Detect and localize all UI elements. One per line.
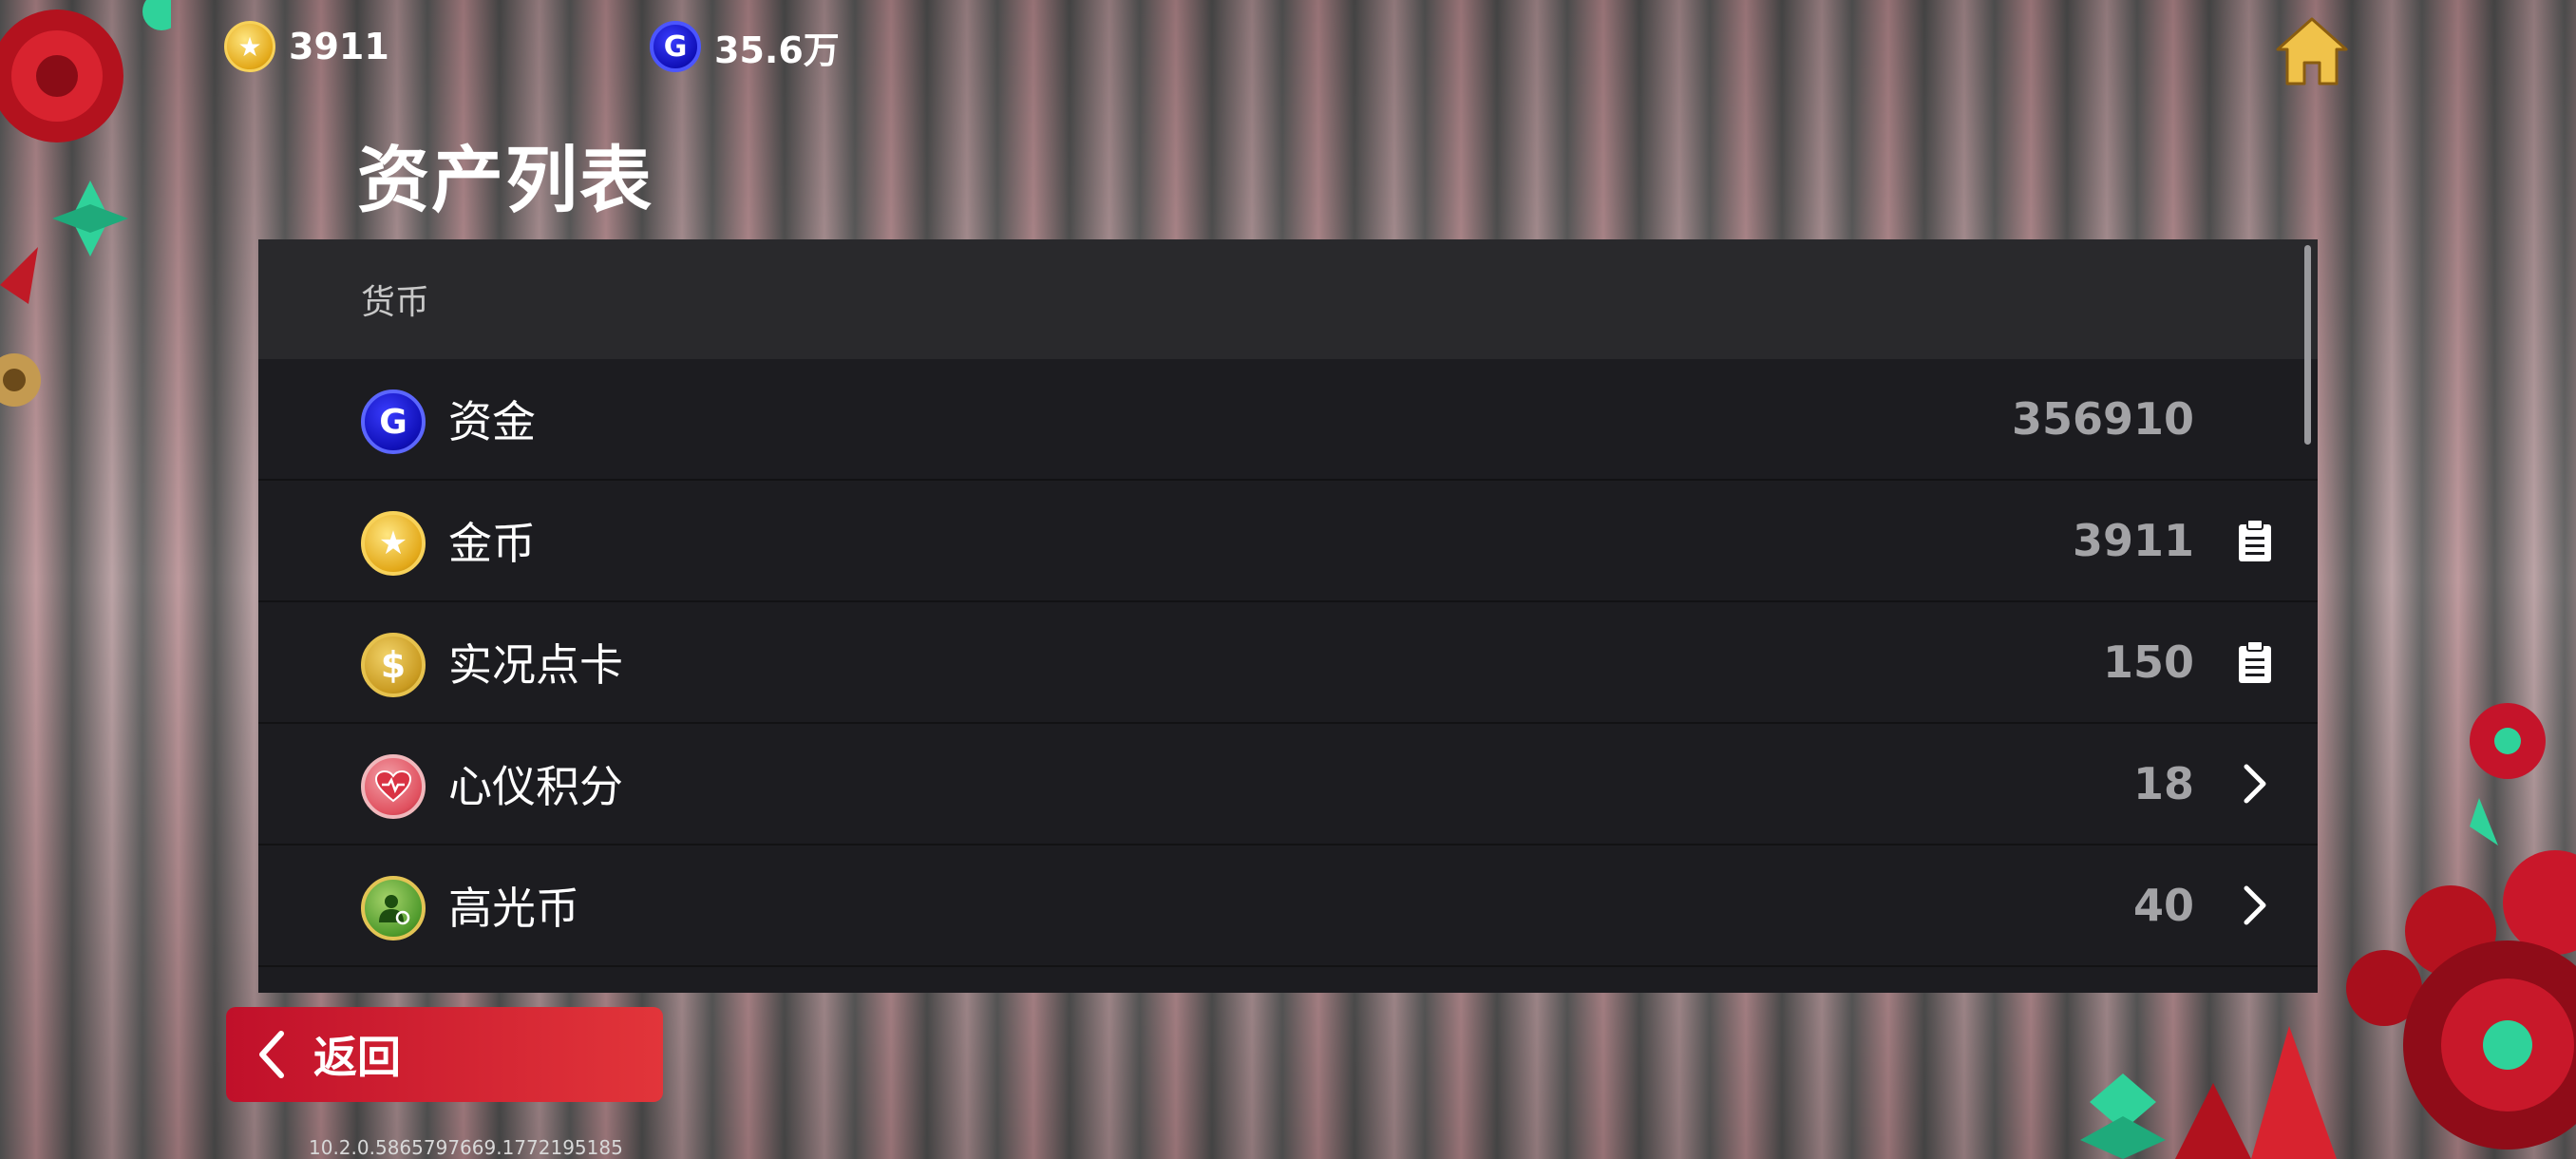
top-currency-bar: ★ 3911 G 35.6万 <box>0 0 2576 90</box>
asset-amount: 150 <box>2102 636 2194 688</box>
back-button[interactable]: 返回 <box>226 1007 663 1102</box>
page-title: 资产列表 <box>357 138 653 222</box>
gold-star-coin-icon: ★ <box>224 21 275 72</box>
asset-amount: 3911 <box>2072 515 2194 566</box>
clipboard-icon[interactable] <box>2230 512 2280 569</box>
chevron-left-icon <box>259 1031 284 1078</box>
funds-value: 35.6万 <box>714 28 840 71</box>
asset-amount: 40 <box>2132 880 2194 931</box>
asset-amount: 356910 <box>2011 393 2194 445</box>
gold-star-coin-icon: ★ <box>361 511 426 576</box>
section-title: 货币 <box>361 283 430 322</box>
list-scrollbar[interactable] <box>2304 245 2311 445</box>
gold-dollar-coin-icon: $ <box>361 633 426 697</box>
asset-row-heart-points[interactable]: 心仪积分 18 <box>258 724 2318 846</box>
gold-value: 3911 <box>289 26 389 67</box>
asset-row-gold[interactable]: ★ 金币 3911 <box>258 481 2318 602</box>
asset-label: 资金 <box>448 396 536 447</box>
chevron-right-icon[interactable] <box>2230 877 2280 934</box>
asset-row-funds[interactable]: G 资金 356910 <box>258 359 2318 481</box>
chevron-right-icon[interactable] <box>2230 755 2280 812</box>
gold-counter: ★ 3911 <box>224 19 389 74</box>
asset-label: 心仪积分 <box>448 761 623 812</box>
clipboard-icon[interactable] <box>2230 634 2280 691</box>
asset-label: 金币 <box>448 518 536 569</box>
home-icon[interactable] <box>2274 15 2350 87</box>
version-text: 10.2.0.5865797669.1772195185 <box>309 1136 623 1159</box>
blue-g-coin-icon: G <box>361 390 426 454</box>
asset-list-panel[interactable]: 货币 G 资金 356910 ★ 金币 3911 $ 实况点卡 150 心仪积分… <box>258 239 2318 993</box>
asset-amount: 18 <box>2132 758 2194 809</box>
funds-counter: G 35.6万 <box>650 19 840 74</box>
asset-row-live-points[interactable]: $ 实况点卡 150 <box>258 602 2318 724</box>
green-player-coin-icon <box>361 876 426 940</box>
asset-label: 高光币 <box>448 883 579 934</box>
asset-row-highlight-coin[interactable]: 高光币 40 <box>258 846 2318 967</box>
blue-g-coin-icon: G <box>650 21 701 72</box>
heart-pulse-coin-icon <box>361 754 426 819</box>
back-button-label: 返回 <box>313 1032 401 1083</box>
asset-label: 实况点卡 <box>448 639 623 691</box>
section-header-currency: 货币 <box>258 239 2318 359</box>
